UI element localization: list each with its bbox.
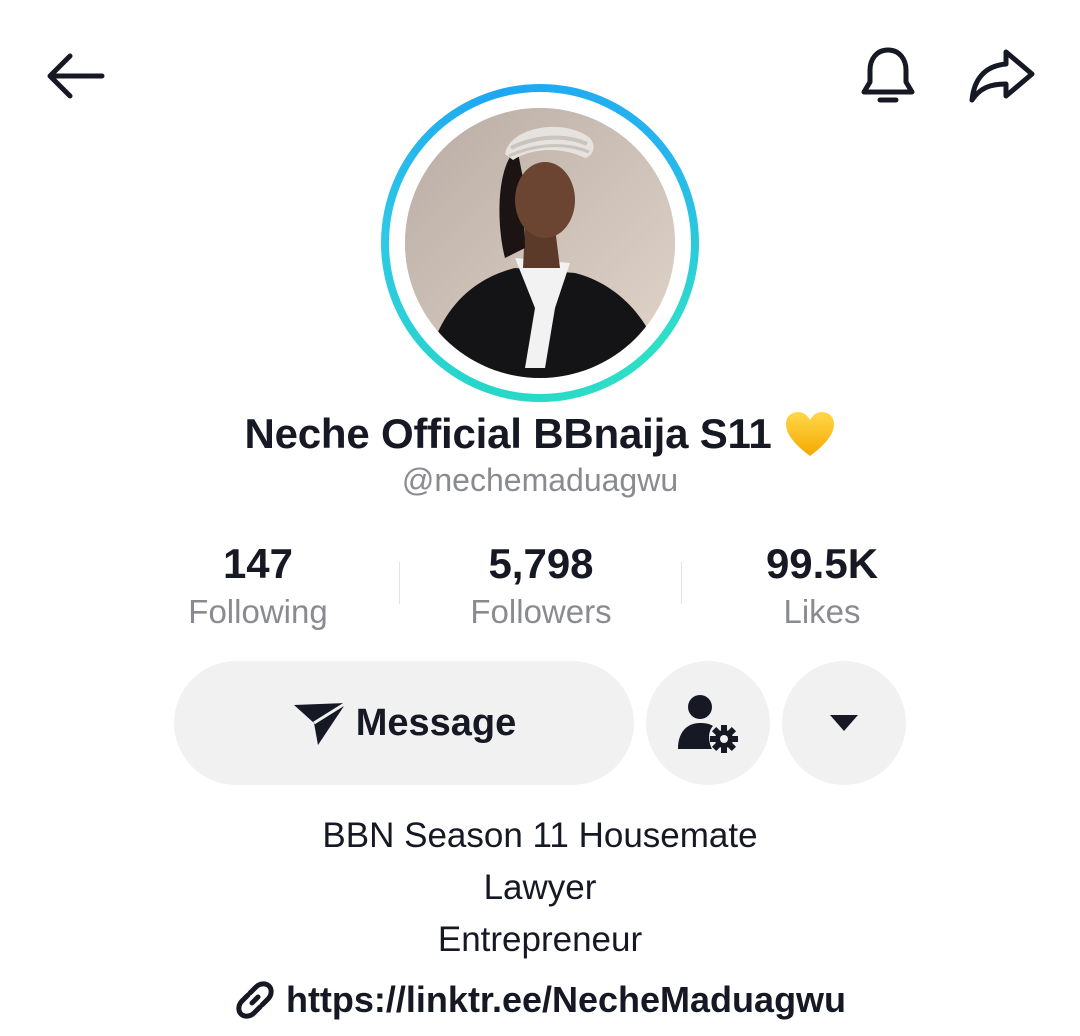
display-name: Neche Official BBnaija S11 [244,410,772,457]
message-label: Message [355,701,517,744]
share-arrow-icon [969,49,1035,103]
following-stat[interactable]: 147 Following [128,536,388,632]
following-count: 147 [222,540,294,587]
bio-line: BBN Season 11 Housemate [322,816,758,855]
paper-plane-icon [293,701,347,745]
link-text: https://linktr.ee/NecheMaduagwu [285,979,847,1020]
followers-stat[interactable]: 5,798 Followers [411,536,671,632]
likes-count: 99.5K [765,540,879,587]
yellow-heart-icon [785,412,834,456]
bio-line: Entrepreneur [437,920,643,959]
more-options-dropdown-button[interactable] [782,661,906,785]
avatar [405,108,675,378]
following-label: Following [188,593,328,630]
bio-line: Lawyer [483,868,597,907]
username-handle: @nechemaduagwu [401,462,679,498]
link-icon [236,981,274,1019]
caret-down-icon [830,715,858,731]
share-button[interactable] [962,40,1042,112]
bell-icon [861,47,915,103]
likes-label: Likes [783,593,861,630]
followers-count: 5,798 [488,540,594,587]
arrow-left-icon [47,53,105,99]
user-gear-icon [678,695,738,753]
notification-bell-button[interactable] [852,40,924,112]
stat-divider [681,562,682,604]
name-row: Neche Official BBnaija S11 [0,404,1080,464]
likes-stat[interactable]: 99.5K Likes [692,536,952,632]
suggested-accounts-button[interactable] [646,661,770,785]
stat-divider [399,562,400,604]
message-button[interactable]: Message [174,661,634,785]
avatar-story-ring[interactable] [381,84,699,402]
back-button[interactable] [38,40,110,112]
bio-link[interactable]: https://linktr.ee/NecheMaduagwu [0,974,1080,1026]
followers-label: Followers [470,593,612,630]
